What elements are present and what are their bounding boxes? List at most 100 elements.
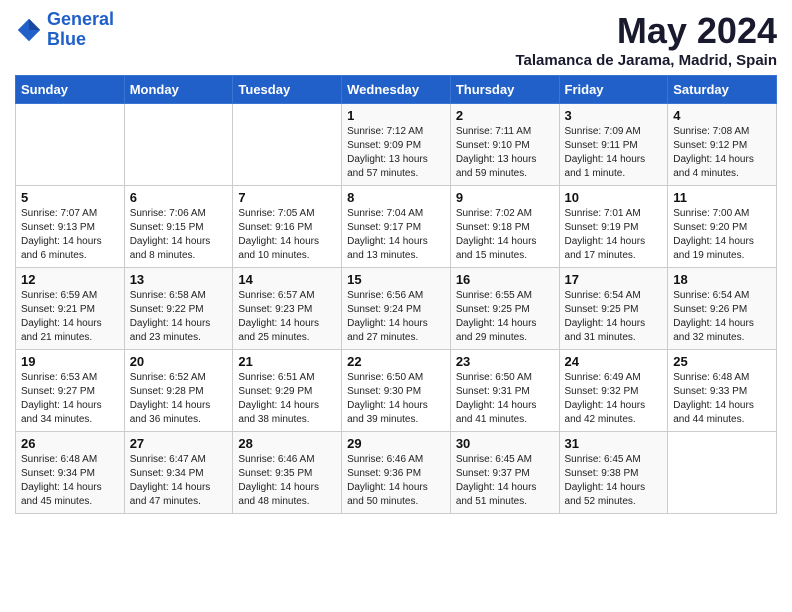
day-number: 26 [21, 436, 119, 451]
day-info: Sunrise: 6:52 AM Sunset: 9:28 PM Dayligh… [130, 371, 228, 427]
weekday-header: Saturday [668, 76, 777, 104]
calendar-cell: 30 Sunrise: 6:45 AM Sunset: 9:37 PM Dayli… [450, 432, 559, 514]
day-info: Sunrise: 6:48 AM Sunset: 9:33 PM Dayligh… [673, 371, 771, 427]
day-number: 10 [565, 190, 663, 205]
calendar-cell: 8Sunrise: 7:04 AM Sunset: 9:17 PM Daylig… [342, 186, 451, 268]
calendar-cell: 26 Sunrise: 6:48 AM Sunset: 9:34 PM Dayli… [16, 432, 125, 514]
day-info: Sunrise: 7:12 AM Sunset: 9:09 PM Dayligh… [347, 125, 445, 181]
calendar-cell: 24 Sunrise: 6:49 AM Sunset: 9:32 PM Dayli… [559, 350, 668, 432]
calendar-cell: 9Sunrise: 7:02 AM Sunset: 9:18 PM Daylig… [450, 186, 559, 268]
day-info: Sunrise: 6:46 AM Sunset: 9:36 PM Dayligh… [347, 453, 445, 509]
title-block: May 2024 Talamanca de Jarama, Madrid, Sp… [516, 10, 778, 69]
calendar-week-row: 12Sunrise: 6:59 AM Sunset: 9:21 PM Dayli… [16, 268, 777, 350]
day-number: 20 [130, 354, 228, 369]
day-number: 6 [130, 190, 228, 205]
day-info: Sunrise: 6:45 AM Sunset: 9:38 PM Dayligh… [565, 453, 663, 509]
day-number: 22 [347, 354, 445, 369]
month-title: May 2024 [516, 10, 778, 52]
day-info: Sunrise: 6:45 AM Sunset: 9:37 PM Dayligh… [456, 453, 554, 509]
day-number: 1 [347, 108, 445, 123]
day-number: 3 [565, 108, 663, 123]
calendar-cell: 10 Sunrise: 7:01 AM Sunset: 9:19 PM Dayli… [559, 186, 668, 268]
calendar-week-row: 1 Sunrise: 7:12 AM Sunset: 9:09 PM Daylig… [16, 104, 777, 186]
calendar-cell: 20 Sunrise: 6:52 AM Sunset: 9:28 PM Dayli… [124, 350, 233, 432]
calendar-cell: 13 Sunrise: 6:58 AM Sunset: 9:22 PM Dayli… [124, 268, 233, 350]
day-info: Sunrise: 6:50 AM Sunset: 9:31 PM Dayligh… [456, 371, 554, 427]
calendar-week-row: 26 Sunrise: 6:48 AM Sunset: 9:34 PM Dayli… [16, 432, 777, 514]
day-info: Sunrise: 6:51 AM Sunset: 9:29 PM Dayligh… [238, 371, 336, 427]
day-number: 23 [456, 354, 554, 369]
day-number: 27 [130, 436, 228, 451]
day-info: Sunrise: 7:05 AM Sunset: 9:16 PM Dayligh… [238, 207, 336, 263]
calendar-cell: 17Sunrise: 6:54 AM Sunset: 9:25 PM Dayli… [559, 268, 668, 350]
day-number: 7 [238, 190, 336, 205]
calendar-cell: 5Sunrise: 7:07 AM Sunset: 9:13 PM Daylig… [16, 186, 125, 268]
weekday-header-row: SundayMondayTuesdayWednesdayThursdayFrid… [16, 76, 777, 104]
weekday-header: Monday [124, 76, 233, 104]
calendar-cell: 16 Sunrise: 6:55 AM Sunset: 9:25 PM Dayli… [450, 268, 559, 350]
calendar-cell: 1 Sunrise: 7:12 AM Sunset: 9:09 PM Daylig… [342, 104, 451, 186]
calendar-cell: 18 Sunrise: 6:54 AM Sunset: 9:26 PM Dayli… [668, 268, 777, 350]
day-number: 14 [238, 272, 336, 287]
calendar-cell: 31 Sunrise: 6:45 AM Sunset: 9:38 PM Dayli… [559, 432, 668, 514]
location-title: Talamanca de Jarama, Madrid, Spain [516, 52, 778, 69]
calendar-week-row: 19 Sunrise: 6:53 AM Sunset: 9:27 PM Dayli… [16, 350, 777, 432]
day-info: Sunrise: 7:04 AM Sunset: 9:17 PM Dayligh… [347, 207, 445, 263]
day-number: 29 [347, 436, 445, 451]
day-number: 13 [130, 272, 228, 287]
calendar-cell: 11Sunrise: 7:00 AM Sunset: 9:20 PM Dayli… [668, 186, 777, 268]
day-info: Sunrise: 6:47 AM Sunset: 9:34 PM Dayligh… [130, 453, 228, 509]
weekday-header: Sunday [16, 76, 125, 104]
day-info: Sunrise: 6:48 AM Sunset: 9:34 PM Dayligh… [21, 453, 119, 509]
day-info: Sunrise: 6:55 AM Sunset: 9:25 PM Dayligh… [456, 289, 554, 345]
day-info: Sunrise: 6:58 AM Sunset: 9:22 PM Dayligh… [130, 289, 228, 345]
day-number: 30 [456, 436, 554, 451]
day-number: 18 [673, 272, 771, 287]
day-number: 28 [238, 436, 336, 451]
calendar-cell: 14Sunrise: 6:57 AM Sunset: 9:23 PM Dayli… [233, 268, 342, 350]
logo-icon [15, 16, 43, 44]
day-info: Sunrise: 6:54 AM Sunset: 9:25 PM Dayligh… [565, 289, 663, 345]
calendar-cell: 6Sunrise: 7:06 AM Sunset: 9:15 PM Daylig… [124, 186, 233, 268]
day-info: Sunrise: 7:08 AM Sunset: 9:12 PM Dayligh… [673, 125, 771, 181]
calendar-cell: 2 Sunrise: 7:11 AM Sunset: 9:10 PM Daylig… [450, 104, 559, 186]
day-info: Sunrise: 7:11 AM Sunset: 9:10 PM Dayligh… [456, 125, 554, 181]
calendar-cell: 29 Sunrise: 6:46 AM Sunset: 9:36 PM Dayli… [342, 432, 451, 514]
calendar-cell: 4 Sunrise: 7:08 AM Sunset: 9:12 PM Daylig… [668, 104, 777, 186]
logo: General Blue [15, 10, 114, 50]
calendar-cell: 27 Sunrise: 6:47 AM Sunset: 9:34 PM Dayli… [124, 432, 233, 514]
day-info: Sunrise: 6:50 AM Sunset: 9:30 PM Dayligh… [347, 371, 445, 427]
day-info: Sunrise: 6:53 AM Sunset: 9:27 PM Dayligh… [21, 371, 119, 427]
calendar-cell [668, 432, 777, 514]
day-number: 24 [565, 354, 663, 369]
day-number: 31 [565, 436, 663, 451]
calendar-cell: 21 Sunrise: 6:51 AM Sunset: 9:29 PM Dayli… [233, 350, 342, 432]
day-number: 9 [456, 190, 554, 205]
day-info: Sunrise: 6:49 AM Sunset: 9:32 PM Dayligh… [565, 371, 663, 427]
calendar-cell: 3 Sunrise: 7:09 AM Sunset: 9:11 PM Daylig… [559, 104, 668, 186]
calendar-cell [233, 104, 342, 186]
calendar-week-row: 5Sunrise: 7:07 AM Sunset: 9:13 PM Daylig… [16, 186, 777, 268]
day-number: 16 [456, 272, 554, 287]
calendar-cell: 12Sunrise: 6:59 AM Sunset: 9:21 PM Dayli… [16, 268, 125, 350]
day-info: Sunrise: 7:01 AM Sunset: 9:19 PM Dayligh… [565, 207, 663, 263]
weekday-header: Wednesday [342, 76, 451, 104]
day-number: 5 [21, 190, 119, 205]
day-info: Sunrise: 7:09 AM Sunset: 9:11 PM Dayligh… [565, 125, 663, 181]
calendar-cell: 28Sunrise: 6:46 AM Sunset: 9:35 PM Dayli… [233, 432, 342, 514]
day-number: 19 [21, 354, 119, 369]
day-number: 15 [347, 272, 445, 287]
day-number: 21 [238, 354, 336, 369]
day-info: Sunrise: 6:54 AM Sunset: 9:26 PM Dayligh… [673, 289, 771, 345]
weekday-header: Friday [559, 76, 668, 104]
calendar-cell: 25Sunrise: 6:48 AM Sunset: 9:33 PM Dayli… [668, 350, 777, 432]
day-info: Sunrise: 7:00 AM Sunset: 9:20 PM Dayligh… [673, 207, 771, 263]
day-info: Sunrise: 6:56 AM Sunset: 9:24 PM Dayligh… [347, 289, 445, 345]
logo-line1: General [47, 9, 114, 29]
day-number: 4 [673, 108, 771, 123]
day-number: 2 [456, 108, 554, 123]
calendar-cell: 7 Sunrise: 7:05 AM Sunset: 9:16 PM Daylig… [233, 186, 342, 268]
logo-line2: Blue [47, 29, 86, 49]
weekday-header: Thursday [450, 76, 559, 104]
day-number: 12 [21, 272, 119, 287]
